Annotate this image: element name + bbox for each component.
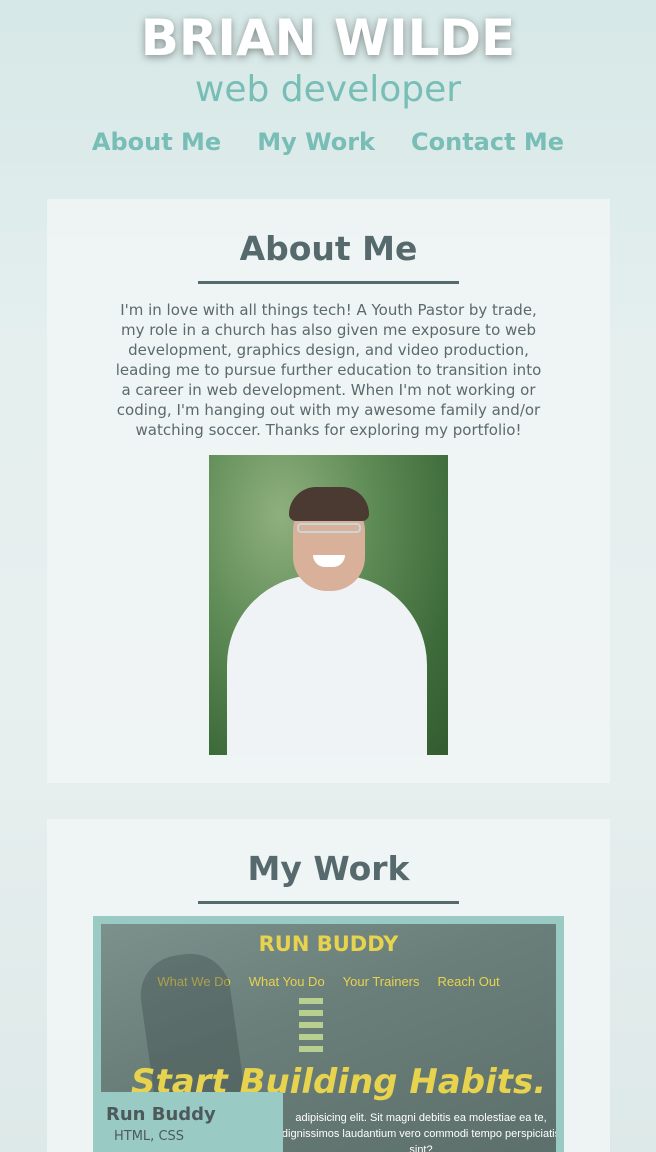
photo-glasses xyxy=(297,523,361,533)
project-tech: HTML, CSS xyxy=(114,1129,185,1144)
about-heading: About Me xyxy=(239,229,418,268)
project-label[interactable]: Run Buddy HTML, CSS xyxy=(93,1092,283,1152)
photo-shirt xyxy=(227,575,427,755)
work-section: My Work RUN BUDDY What We Do What You Do… xyxy=(47,819,610,1152)
heading-underline xyxy=(198,901,459,904)
project-card-run-buddy[interactable]: RUN BUDDY What We Do What You Do Your Tr… xyxy=(93,916,564,1152)
site-name: BRIAN WILDE xyxy=(140,9,516,67)
about-bio: I'm in love with all things tech! A Yout… xyxy=(115,301,542,439)
screenshot-nav-item: Your Trainers xyxy=(342,974,420,989)
site-header: BRIAN WILDE web developer About Me My Wo… xyxy=(0,0,656,199)
project-name: Run Buddy xyxy=(106,1104,216,1125)
screenshot-nav-item: Reach Out xyxy=(437,974,500,989)
main-nav: About Me My Work Contact Me xyxy=(0,128,656,156)
photo-hair xyxy=(289,487,369,521)
heading-underline xyxy=(198,281,459,284)
nav-contact-link[interactable]: Contact Me xyxy=(411,128,564,156)
screenshot-nav-item: What You Do xyxy=(248,974,325,989)
profile-photo xyxy=(209,455,448,755)
screenshot-title: RUN BUDDY xyxy=(258,932,399,956)
nav-about-link[interactable]: About Me xyxy=(92,128,221,156)
about-section: About Me I'm in love with all things tec… xyxy=(47,199,610,783)
site-subtitle: web developer xyxy=(194,69,462,110)
work-heading: My Work xyxy=(247,849,410,888)
nav-work-link[interactable]: My Work xyxy=(257,128,375,156)
screenshot-stripes xyxy=(299,998,323,1058)
screenshot-body-text: adipisicing elit. Sit magni debitis ea m… xyxy=(281,1112,556,1152)
